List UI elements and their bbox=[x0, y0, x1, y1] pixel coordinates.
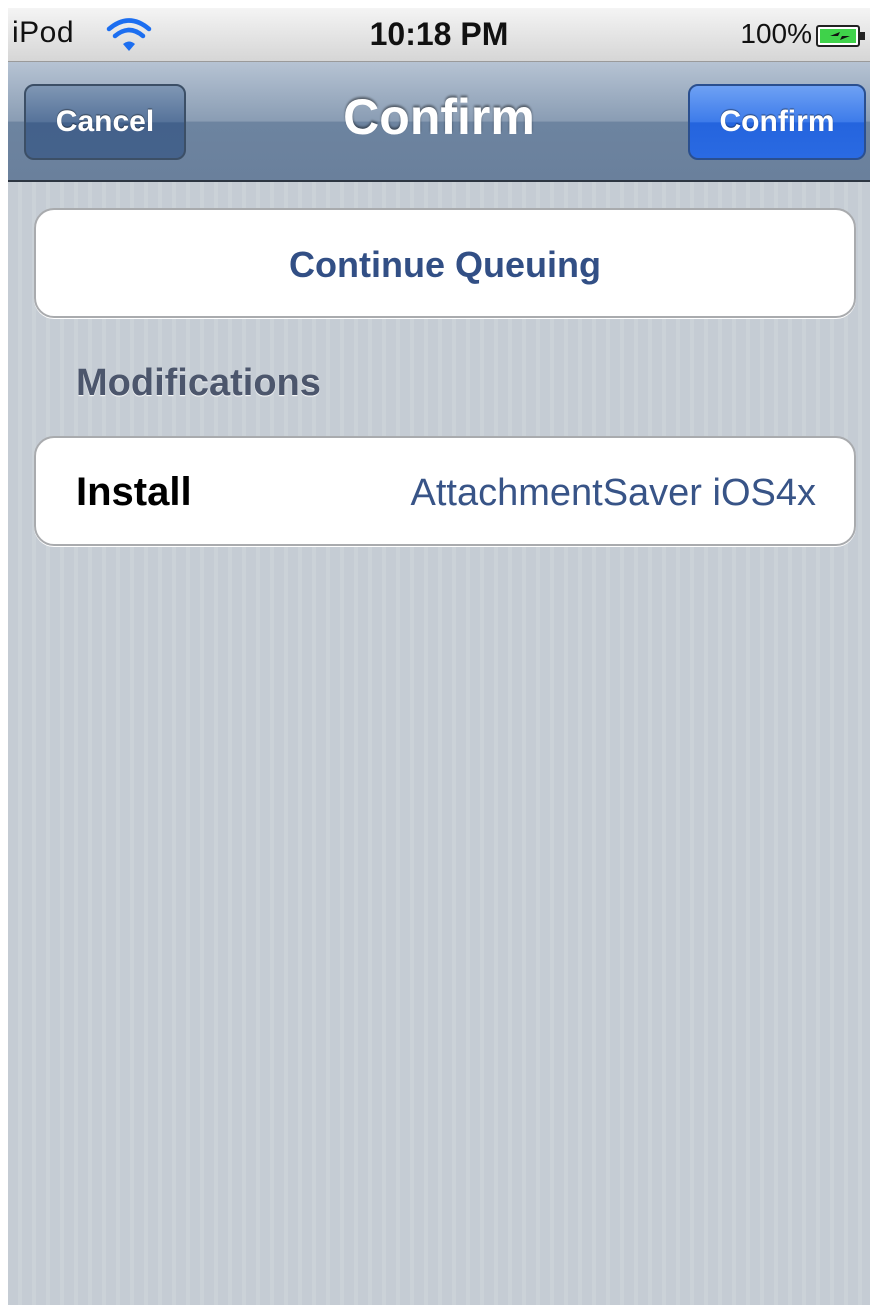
continue-queuing-button[interactable]: Continue Queuing bbox=[34, 208, 856, 318]
screen: iPod 10:18 PM 100% Cancel Confirm Confir… bbox=[8, 8, 870, 1305]
cancel-button[interactable]: Cancel bbox=[24, 84, 186, 160]
row-action-label: Install bbox=[76, 470, 192, 514]
section-header-modifications: Modifications bbox=[76, 362, 321, 404]
list-item[interactable]: Install AttachmentSaver iOS4x bbox=[34, 436, 856, 546]
row-package-name: AttachmentSaver iOS4x bbox=[410, 472, 816, 514]
page-title: Confirm bbox=[343, 89, 535, 145]
continue-queuing-label: Continue Queuing bbox=[289, 244, 601, 285]
navigation-bar: Cancel Confirm Confirm bbox=[8, 62, 870, 182]
battery-percent: 100% bbox=[740, 18, 812, 49]
battery-charging-icon bbox=[816, 25, 865, 47]
confirm-button[interactable]: Confirm bbox=[688, 84, 866, 160]
status-bar: iPod 10:18 PM 100% bbox=[8, 8, 870, 62]
